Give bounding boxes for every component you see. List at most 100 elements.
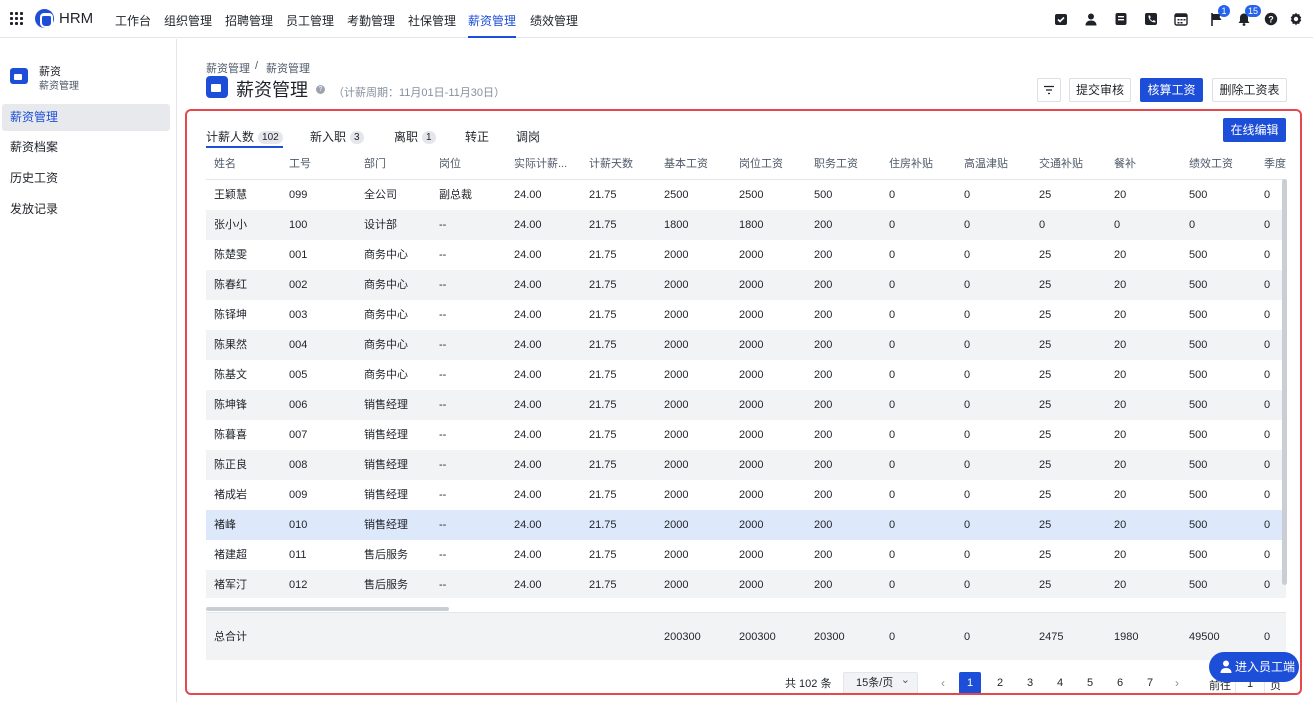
sidebar-item-history-salary[interactable]: 历史工资 [2, 165, 170, 192]
meal-allowance-cell: 20 [1114, 339, 1127, 351]
online-edit-button[interactable]: 在线编辑 [1223, 118, 1286, 142]
table-row[interactable]: 褚峰 010 销售经理 -- 24.00 21.75 2000 2000 200 0 0 25 20 50… [206, 510, 1286, 540]
sidebar-item-payment-records[interactable]: 发放记录 [2, 196, 170, 223]
transport-allowance-cell: 25 [1039, 249, 1052, 261]
table-row[interactable]: 陈暮喜 007 销售经理 -- 24.00 21.75 2000 2000 200 0 0 25 20 5… [206, 420, 1286, 450]
duty-salary-cell: 200 [814, 429, 833, 441]
page-button-5[interactable]: 5 [1079, 672, 1101, 693]
table-row[interactable]: 陈果然 004 商务中心 -- 24.00 21.75 2000 2000 200 0 0 25 20 5… [206, 330, 1286, 360]
department-cell: 售后服务 [364, 579, 408, 591]
submit-review-button[interactable]: 提交审核 [1069, 78, 1131, 102]
column-header[interactable]: 高温津贴 [964, 148, 1008, 180]
column-header[interactable]: 基本工资 [664, 148, 708, 180]
page-title: 薪资管理 [236, 80, 308, 100]
position-salary-cell: 2000 [739, 519, 764, 531]
name-cell: 褚军汀 [214, 579, 247, 591]
page-button-6[interactable]: 6 [1109, 672, 1131, 693]
page-button-7[interactable]: 7 [1139, 672, 1161, 693]
nav-item-organization[interactable]: 组织管理 [164, 12, 212, 38]
wallet-icon [10, 68, 28, 84]
tab-payroll-count[interactable]: 计薪人数 102 [206, 128, 283, 148]
nav-item-employees[interactable]: 员工管理 [286, 12, 334, 38]
column-header[interactable]: 餐补 [1114, 148, 1136, 180]
page-button-4[interactable]: 4 [1049, 672, 1071, 693]
column-header[interactable]: 岗位工资 [739, 148, 783, 180]
duty-salary-cell: 200 [814, 399, 833, 411]
nav-item-workbench[interactable]: 工作台 [115, 12, 151, 38]
sidebar-item-payroll-management[interactable]: 薪资管理 [2, 104, 170, 131]
settings-icon[interactable] [1289, 12, 1303, 26]
column-header[interactable]: 计薪天数 [589, 148, 633, 180]
document-icon[interactable] [1114, 12, 1128, 26]
actual-days-cell: 24.00 [514, 369, 542, 381]
table-row[interactable]: 陈坤锋 006 销售经理 -- 24.00 21.75 2000 2000 200 0 0 25 20 5… [206, 390, 1286, 420]
table-row[interactable]: 陈楚雯 001 商务中心 -- 24.00 21.75 2000 2000 200 0 0 25 20 5… [206, 240, 1286, 270]
table-row[interactable]: 陈基文 005 商务中心 -- 24.00 21.75 2000 2000 200 0 0 25 20 5… [206, 360, 1286, 390]
housing-allowance-cell: 0 [889, 429, 896, 441]
nav-item-performance[interactable]: 绩效管理 [530, 12, 578, 38]
housing-allowance-cell: 0 [889, 279, 896, 291]
table-row[interactable]: 王颖慧 099 全公司 副总裁 24.00 21.75 2500 2500 500 0 0 25 20 5… [206, 180, 1286, 210]
tab-transfer[interactable]: 调岗 [516, 128, 540, 148]
position-cell: -- [439, 519, 447, 531]
table-row[interactable]: 陈春红 002 商务中心 -- 24.00 21.75 2000 2000 200 0 0 25 20 5… [206, 270, 1286, 300]
table-row[interactable]: 褚成岩 009 销售经理 -- 24.00 21.75 2000 2000 200 0 0 25 20 5… [206, 480, 1286, 510]
column-header[interactable]: 岗位 [439, 148, 461, 180]
position-salary-cell: 2000 [739, 249, 764, 261]
column-header[interactable]: 部门 [364, 148, 386, 180]
column-header[interactable]: 姓名 [214, 148, 236, 180]
flag-icon[interactable]: 1 [1210, 5, 1230, 26]
column-header[interactable]: 实际计薪... [514, 148, 579, 180]
horizontal-scrollbar[interactable] [206, 607, 449, 611]
column-header[interactable]: 季度 [1264, 148, 1286, 180]
page-size-select[interactable]: 15条/页 [843, 670, 918, 693]
calendar-icon[interactable] [1174, 12, 1188, 26]
prev-page-icon[interactable]: ‹ [935, 672, 951, 693]
table-row[interactable]: 陈正良 008 销售经理 -- 24.00 21.75 2000 2000 200 0 0 25 20 5… [206, 450, 1286, 480]
phone-icon[interactable] [1144, 12, 1158, 26]
tab-new-hires[interactable]: 新入职 3 [310, 128, 364, 148]
position-cell: -- [439, 219, 447, 231]
apps-grid-icon[interactable] [10, 12, 23, 25]
column-header[interactable]: 工号 [289, 148, 311, 180]
quarterly-cell: 0 [1264, 309, 1271, 321]
table-row[interactable]: 褚建超 011 售后服务 -- 24.00 21.75 2000 2000 200 0 0 25 20 5… [206, 540, 1286, 570]
housing-allowance-cell: 0 [889, 309, 896, 321]
performance-salary-cell: 500 [1189, 579, 1208, 591]
column-header[interactable]: 住房补贴 [889, 148, 933, 180]
nav-item-social-security[interactable]: 社保管理 [408, 12, 456, 38]
nav-item-recruitment[interactable]: 招聘管理 [225, 12, 273, 38]
bell-icon[interactable]: 15 [1237, 5, 1262, 26]
column-header[interactable]: 职务工资 [814, 148, 858, 180]
quarterly-cell: 0 [1264, 369, 1271, 381]
breadcrumb-parent[interactable]: 薪资管理 [206, 60, 250, 76]
next-page-icon[interactable]: › [1169, 672, 1185, 693]
table-row[interactable]: 张小小 100 设计部 -- 24.00 21.75 1800 1800 200 0 0 0 0 0 0 [206, 210, 1286, 240]
name-cell: 陈坤锋 [214, 399, 247, 411]
tab-resigned[interactable]: 离职 1 [394, 128, 436, 148]
page-button-3[interactable]: 3 [1019, 672, 1041, 693]
name-cell: 陈暮喜 [214, 429, 247, 441]
calculate-salary-button[interactable]: 核算工资 [1140, 78, 1203, 102]
nav-item-attendance[interactable]: 考勤管理 [347, 12, 395, 38]
filter-button[interactable] [1037, 78, 1061, 102]
table-row[interactable]: 陈铎坤 003 商务中心 -- 24.00 21.75 2000 2000 200 0 0 25 20 5… [206, 300, 1286, 330]
actual-days-cell: 24.00 [514, 189, 542, 201]
user-icon[interactable] [1084, 12, 1098, 26]
page-button-2[interactable]: 2 [989, 672, 1011, 693]
enter-employee-portal-button[interactable]: 进入员工端 [1209, 652, 1299, 682]
column-header[interactable]: 绩效工资 [1189, 148, 1233, 180]
sidebar-item-payroll-archive[interactable]: 薪资档案 [2, 134, 170, 161]
nav-item-payroll[interactable]: 薪资管理 [468, 12, 517, 38]
tab-regularization[interactable]: 转正 [465, 128, 489, 148]
table-row[interactable]: 褚军汀 012 售后服务 -- 24.00 21.75 2000 2000 200 0 0 25 20 5… [206, 570, 1286, 598]
vertical-scrollbar[interactable] [1282, 179, 1287, 585]
info-icon[interactable]: ? [316, 85, 325, 94]
actual-days-cell: 24.00 [514, 399, 542, 411]
pay-days-cell: 21.75 [589, 339, 617, 351]
help-icon[interactable]: ? [1264, 12, 1278, 26]
checkbox-icon[interactable] [1054, 12, 1068, 26]
delete-payroll-button[interactable]: 删除工资表 [1212, 78, 1287, 102]
page-button-1[interactable]: 1 [959, 672, 981, 693]
column-header[interactable]: 交通补贴 [1039, 148, 1083, 180]
